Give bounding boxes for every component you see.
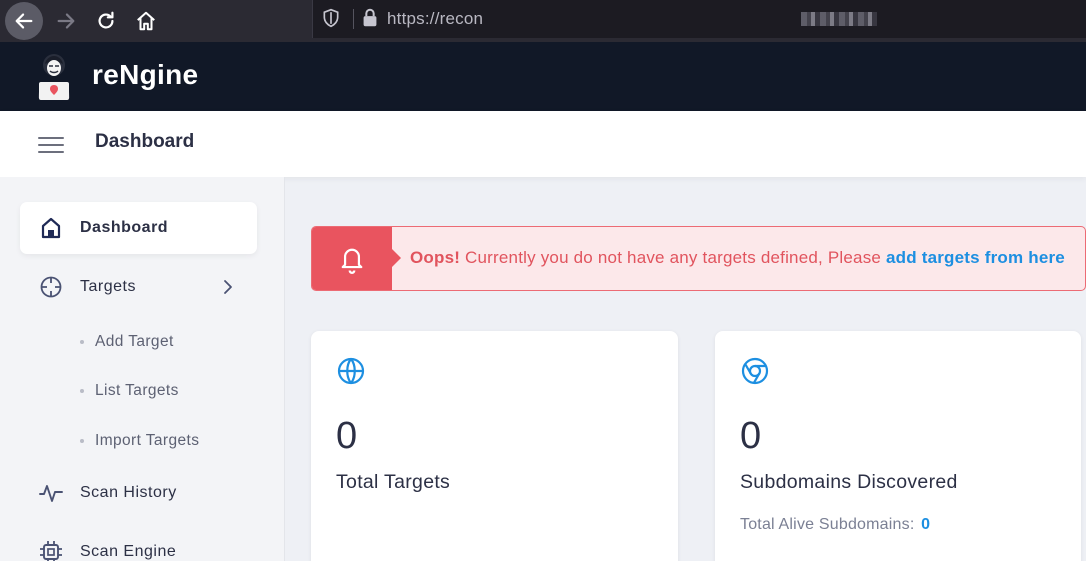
globe-icon	[337, 357, 365, 385]
url-redacted	[801, 12, 877, 26]
alive-subdomains: Total Alive Subdomains: 0	[740, 516, 930, 534]
sidebar-item-label: Dashboard	[80, 219, 169, 236]
reload-button[interactable]	[87, 2, 125, 40]
chevron-right-icon[interactable]	[221, 278, 235, 296]
subdomains-card: 0 Subdomains Discovered Total Alive Subd…	[715, 331, 1081, 561]
sidebar-item-label: Scan History	[80, 484, 177, 501]
sidebar-subitem-label: Import Targets	[95, 432, 200, 449]
arrow-left-icon	[15, 13, 33, 29]
sidebar-subitem-import-targets[interactable]: Import Targets	[80, 430, 199, 452]
url-text[interactable]: https://recon	[387, 9, 483, 29]
home-icon	[137, 11, 155, 31]
back-button[interactable]	[5, 2, 43, 40]
home-button[interactable]	[127, 2, 165, 40]
arrow-right-icon	[57, 13, 75, 29]
sidebar: Dashboard Targets Add Target List Target…	[0, 177, 285, 561]
subdomains-title: Subdomains Discovered	[740, 471, 958, 493]
sidebar-item-dashboard[interactable]: Dashboard	[20, 202, 257, 254]
alert-message: Oops! Currently you do not have any targ…	[410, 248, 1065, 268]
page-title: Dashboard	[95, 131, 195, 152]
lock-icon[interactable]	[359, 7, 381, 29]
hacker-logo-icon[interactable]	[32, 52, 76, 100]
home-icon	[41, 217, 61, 239]
bullet-dot	[80, 389, 84, 393]
total-targets-card: 0 Total Targets	[311, 331, 678, 561]
subdomains-value: 0	[740, 415, 762, 457]
reload-icon	[98, 11, 114, 29]
sidebar-item-scan-engine[interactable]: Scan Engine	[20, 526, 257, 561]
menu-toggle-icon[interactable]	[38, 133, 64, 155]
activity-icon	[39, 485, 63, 502]
chrome-icon	[741, 357, 769, 385]
sidebar-subitem-label: List Targets	[95, 382, 179, 399]
app-header: reNgine	[0, 42, 1086, 111]
cpu-icon	[40, 541, 62, 561]
url-bar[interactable]: https://recon	[312, 0, 1086, 38]
alive-subdomains-label: Total Alive Subdomains:	[740, 516, 915, 533]
crosshair-icon	[40, 276, 62, 298]
alert-strong: Oops!	[410, 248, 461, 267]
page-topbar: Dashboard	[0, 111, 1086, 177]
brand-name[interactable]: reNgine	[92, 59, 198, 91]
total-targets-value: 0	[336, 415, 358, 457]
sidebar-subitem-label: Add Target	[95, 333, 174, 350]
add-targets-link[interactable]: add targets from here	[886, 248, 1065, 267]
sidebar-subitem-list-targets[interactable]: List Targets	[80, 380, 179, 402]
browser-toolbar: https://recon	[0, 0, 1086, 42]
total-targets-title: Total Targets	[336, 471, 451, 493]
sidebar-item-label: Scan Engine	[80, 543, 177, 560]
sidebar-item-label: Targets	[80, 278, 136, 295]
bell-icon	[341, 248, 363, 274]
alive-subdomains-value[interactable]: 0	[921, 516, 930, 533]
no-targets-alert: Oops! Currently you do not have any targ…	[311, 226, 1086, 291]
sidebar-item-scan-history[interactable]: Scan History	[20, 467, 257, 519]
alert-body: Currently you do not have any targets de…	[460, 248, 886, 267]
forward-button[interactable]	[47, 2, 85, 40]
url-divider	[353, 9, 354, 29]
sidebar-subitem-add-target[interactable]: Add Target	[80, 331, 174, 353]
bullet-dot	[80, 340, 84, 344]
sidebar-item-targets[interactable]: Targets	[20, 261, 257, 313]
bullet-dot	[80, 439, 84, 443]
alert-icon-box	[312, 227, 401, 290]
shield-icon[interactable]	[321, 8, 341, 28]
